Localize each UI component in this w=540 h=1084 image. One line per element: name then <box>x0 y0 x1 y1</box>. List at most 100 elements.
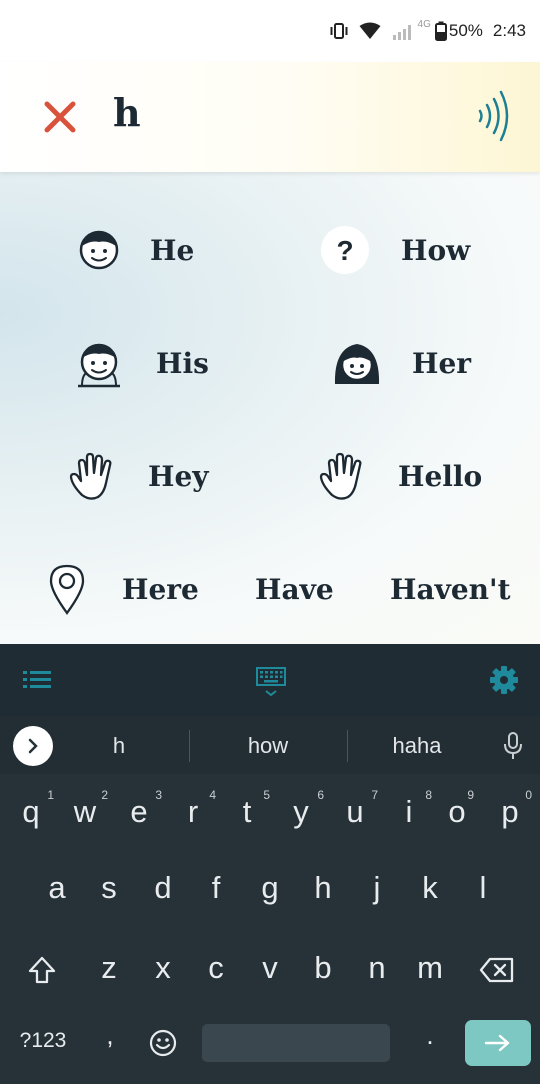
suggestion-have[interactable]: Have <box>255 561 334 617</box>
hand-wave-icon <box>318 451 368 501</box>
key-hint: 9 <box>467 788 474 802</box>
battery-percent: 50% <box>448 21 483 40</box>
key-p[interactable]: p0 <box>484 788 536 830</box>
suggestion-label: How <box>401 233 471 267</box>
suggestion-label: Haven't <box>390 572 511 606</box>
expand-suggestions-button[interactable] <box>13 726 53 766</box>
key-z[interactable]: z <box>82 950 136 986</box>
gear-icon <box>490 666 518 694</box>
emoji-smiley-icon <box>149 1029 177 1057</box>
key-j[interactable]: j <box>350 870 404 906</box>
boy-face-icon <box>74 225 124 275</box>
enter-key[interactable] <box>465 1020 531 1066</box>
question-icon: ? <box>320 225 370 275</box>
backspace-key[interactable] <box>474 952 520 988</box>
key-c[interactable]: c <box>189 950 243 986</box>
close-icon <box>44 101 76 133</box>
key-hint: 2 <box>101 788 108 802</box>
space-key[interactable] <box>202 1024 390 1062</box>
key-hint: 8 <box>425 788 432 802</box>
suggestion-hello[interactable]: Hello <box>318 448 482 504</box>
clear-button[interactable] <box>38 95 82 139</box>
key-u[interactable]: u7 <box>328 788 382 830</box>
key-k[interactable]: k <box>403 870 457 906</box>
strip-suggestion[interactable]: haha <box>352 716 482 774</box>
clock: 2:43 <box>492 21 526 40</box>
suggestion-he[interactable]: He <box>74 222 194 278</box>
key-y[interactable]: y6 <box>274 788 328 830</box>
key-s[interactable]: s <box>82 870 136 906</box>
key-l[interactable]: l <box>456 870 510 906</box>
key-v[interactable]: v <box>243 950 297 986</box>
key-char: q <box>22 794 40 829</box>
voice-input-button[interactable] <box>500 730 526 762</box>
keyboard-toolbar <box>0 644 540 716</box>
comma-key[interactable]: , <box>90 1020 130 1051</box>
microphone-icon <box>504 732 522 759</box>
suggestion-label: Have <box>255 572 334 606</box>
chevron-right-icon <box>28 738 38 754</box>
key-o[interactable]: o9 <box>436 788 478 830</box>
key-char: e <box>130 794 148 829</box>
key-hint: 6 <box>317 788 324 802</box>
emoji-key[interactable] <box>144 1024 182 1062</box>
hand-wave-icon <box>68 451 118 501</box>
key-m[interactable]: m <box>403 950 457 986</box>
speak-button[interactable] <box>470 88 520 144</box>
key-char: o <box>448 794 466 829</box>
key-e[interactable]: e3 <box>112 788 166 830</box>
status-bar: 4G 50% 2:43 <box>0 0 540 62</box>
suggestion-label: He <box>150 233 195 267</box>
list-button[interactable] <box>22 662 52 698</box>
soft-keyboard: h how haha q1 w2 e3 r4 t5 y6 u7 i8 o9 p0… <box>0 716 540 1084</box>
strip-suggestion[interactable]: how <box>203 716 333 774</box>
word-suggestions-panel: He ? How His Her Hey Hello Here Have Hav… <box>0 172 540 644</box>
shift-arrow-icon <box>28 956 56 984</box>
boy-portrait-icon <box>74 338 124 388</box>
typed-text-field[interactable]: h <box>113 90 141 135</box>
hide-keyboard-button[interactable] <box>254 664 288 700</box>
divider <box>189 730 190 762</box>
suggestion-hey[interactable]: Hey <box>68 448 209 504</box>
settings-button[interactable] <box>488 662 520 698</box>
symbols-key[interactable]: ?123 <box>8 1029 78 1053</box>
shift-key[interactable] <box>22 952 62 988</box>
period-key[interactable]: . <box>410 1020 450 1051</box>
suggestion-havent[interactable]: Haven't <box>390 561 511 617</box>
key-g[interactable]: g <box>243 870 297 906</box>
wifi-icon <box>359 22 381 40</box>
key-a[interactable]: a <box>30 870 84 906</box>
key-d[interactable]: d <box>136 870 190 906</box>
key-h[interactable]: h <box>296 870 350 906</box>
key-q[interactable]: q1 <box>4 788 58 830</box>
battery-icon <box>434 21 447 41</box>
suggestion-label: Her <box>412 346 472 380</box>
key-char: p <box>501 794 519 829</box>
key-n[interactable]: n <box>350 950 404 986</box>
input-bar: h <box>0 62 540 172</box>
suggestion-her[interactable]: Her <box>332 335 471 391</box>
suggestion-here[interactable]: Here <box>42 561 199 617</box>
suggestion-label: His <box>156 346 209 380</box>
key-hint: 0 <box>525 788 532 802</box>
strip-suggestion[interactable]: h <box>54 716 184 774</box>
divider <box>347 730 348 762</box>
key-b[interactable]: b <box>296 950 350 986</box>
backspace-icon <box>479 957 514 983</box>
key-hint: 4 <box>209 788 216 802</box>
signal-icon: 4G <box>391 19 431 41</box>
key-f[interactable]: f <box>189 870 243 906</box>
key-x[interactable]: x <box>136 950 190 986</box>
key-w[interactable]: w2 <box>58 788 112 830</box>
key-i[interactable]: i8 <box>382 788 436 830</box>
suggestion-how[interactable]: ? How <box>320 222 470 278</box>
key-char: u <box>346 794 364 829</box>
key-r[interactable]: r4 <box>166 788 220 830</box>
key-hint: 3 <box>155 788 162 802</box>
location-pin-icon <box>42 564 92 615</box>
key-t[interactable]: t5 <box>220 788 274 830</box>
list-icon <box>23 671 51 688</box>
key-hint: 5 <box>263 788 270 802</box>
suggestion-his[interactable]: His <box>74 335 209 391</box>
key-char: i <box>405 794 413 829</box>
